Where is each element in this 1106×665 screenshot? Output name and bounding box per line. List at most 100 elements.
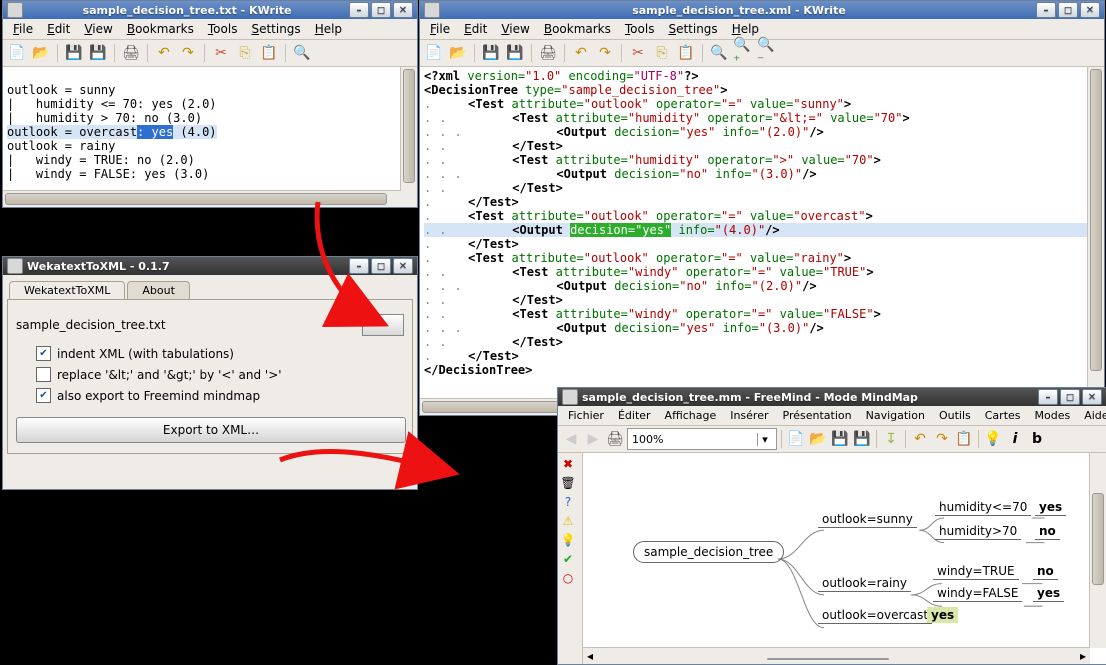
checkbox-icon[interactable]: ✔	[36, 346, 51, 361]
menu-presentation[interactable]: Présentation	[777, 408, 858, 423]
find-icon[interactable]: 🔍	[709, 43, 729, 63]
warning-icon[interactable]: ⚠	[560, 513, 576, 529]
menu-file[interactable]: File	[7, 21, 39, 37]
checkbox-icon[interactable]	[36, 367, 51, 382]
menu-navigation[interactable]: Navigation	[860, 408, 931, 423]
mindmap-node[interactable]: windy=FALSE	[933, 585, 1022, 602]
maximize-button[interactable]: ◻	[371, 258, 391, 274]
save-icon[interactable]: 💾	[481, 43, 501, 63]
saveas-icon[interactable]: 💾	[88, 43, 108, 63]
toolbar[interactable]: 📄 📂 💾 💾 🖨 ↶ ↷ ✂ ⎘ 📋 🔍	[3, 40, 417, 67]
undo-icon[interactable]: ↶	[154, 43, 174, 63]
menu-aide[interactable]: Aide	[1078, 408, 1106, 423]
menu-view[interactable]: View	[78, 21, 118, 37]
menu-file[interactable]: File	[424, 21, 456, 37]
vertical-scrollbar[interactable]	[1087, 67, 1104, 415]
mindmap-node[interactable]: windy=TRUE	[933, 563, 1019, 580]
idea-icon[interactable]: 💡	[560, 532, 576, 548]
menu-editer[interactable]: Éditer	[612, 408, 657, 423]
toolbar[interactable]: 📄 📂 💾 💾 🖨 ↶ ↷ ✂ ⎘ 📋 🔍 🔍⁺ 🔍⁻	[420, 40, 1104, 67]
mindmap-node[interactable]: humidity<=70	[935, 499, 1031, 516]
paste-icon[interactable]: 📋	[259, 43, 279, 63]
titlebar[interactable]: sample_decision_tree.txt - KWrite – ◻ ✕	[3, 1, 417, 19]
open-icon[interactable]: 📂	[448, 43, 468, 63]
mindmap-leaf[interactable]: yes	[1033, 585, 1064, 602]
checkbox-replace[interactable]: replace '&lt;' and '&gt;' by '<' and '>'	[36, 367, 404, 382]
menu-affichage[interactable]: Affichage	[659, 408, 723, 423]
menu-outils[interactable]: Outils	[933, 408, 977, 423]
print-icon[interactable]: 🖨	[605, 429, 625, 449]
checkbox-freemind[interactable]: ✔ also export to Freemind mindmap	[36, 388, 404, 403]
nav-next-icon[interactable]: ▶	[583, 429, 603, 449]
maximize-button[interactable]: ◻	[1058, 2, 1078, 18]
menu-inserer[interactable]: Insérer	[724, 408, 774, 423]
mindmap-node[interactable]: outlook=sunny	[818, 511, 917, 528]
cut-icon[interactable]: ✂	[628, 43, 648, 63]
open-icon[interactable]: 📂	[31, 43, 51, 63]
export-icon[interactable]: ↧	[881, 429, 901, 449]
menu-cartes[interactable]: Cartes	[979, 408, 1027, 423]
maximize-button[interactable]: ◻	[1060, 389, 1080, 405]
flag-icon[interactable]: ○	[560, 570, 576, 586]
cut-icon[interactable]: ✂	[211, 43, 231, 63]
idea-icon[interactable]: 💡	[983, 429, 1003, 449]
close-button[interactable]: ✕	[1082, 389, 1102, 405]
save-icon[interactable]: 💾	[830, 429, 850, 449]
menu-settings[interactable]: Settings	[662, 21, 723, 37]
close-button[interactable]: ✕	[1080, 2, 1100, 18]
menubar[interactable]: Fichier Éditer Affichage Insérer Présent…	[558, 406, 1106, 426]
menu-bookmarks[interactable]: Bookmarks	[538, 21, 617, 37]
menu-edit[interactable]: Edit	[458, 21, 493, 37]
vertical-scrollbar[interactable]	[400, 67, 417, 207]
print-icon[interactable]: 🖨	[538, 43, 558, 63]
save-icon[interactable]: 💾	[64, 43, 84, 63]
chevron-down-icon[interactable]: ▾	[757, 433, 772, 446]
copy-icon[interactable]: ⎘	[235, 43, 255, 63]
print-icon[interactable]: 🖨	[121, 43, 141, 63]
mindmap-node[interactable]: humidity>70	[935, 523, 1021, 540]
freemind-window[interactable]: sample_decision_tree.mm - FreeMind - Mod…	[557, 387, 1106, 665]
editor[interactable]: <?xml version="1.0" encoding="UTF-8"?><D…	[420, 67, 1104, 415]
editor[interactable]: outlook = sunny | humidity <= 70: yes (2…	[3, 67, 417, 207]
minimize-button[interactable]: –	[1036, 2, 1056, 18]
undo-icon[interactable]: ↶	[571, 43, 591, 63]
checkbox-indent[interactable]: ✔ indent XML (with tabulations)	[36, 346, 404, 361]
titlebar[interactable]: sample_decision_tree.mm - FreeMind - Mod…	[558, 388, 1106, 406]
saveas-icon[interactable]: 💾	[852, 429, 872, 449]
redo-icon[interactable]: ↷	[932, 429, 952, 449]
redo-icon[interactable]: ↷	[178, 43, 198, 63]
trash-icon[interactable]: 🗑	[560, 475, 576, 491]
menu-modes[interactable]: Modes	[1029, 408, 1077, 423]
menu-fichier[interactable]: Fichier	[562, 408, 610, 423]
mindmap-node[interactable]: outlook=overcast	[818, 607, 932, 624]
tab-wekatexttoxml[interactable]: WekatextToXML	[9, 281, 125, 299]
mindmap-leaf[interactable]: no	[1035, 523, 1060, 540]
titlebar[interactable]: sample_decision_tree.xml - KWrite – ◻ ✕	[420, 1, 1104, 19]
close-button[interactable]: ✕	[393, 258, 413, 274]
menu-edit[interactable]: Edit	[41, 21, 76, 37]
zoom-select[interactable]: 100% ▾	[627, 428, 777, 450]
italic-icon[interactable]: i	[1005, 429, 1025, 449]
mindmap-root[interactable]: sample_decision_tree	[633, 541, 784, 563]
horizontal-scrollbar[interactable]: ◂ ▸	[583, 647, 1090, 664]
new-icon[interactable]: 📄	[786, 429, 806, 449]
mindmap-canvas[interactable]: sample_decision_tree outlook=sunny outlo…	[583, 453, 1106, 664]
tabs[interactable]: WekatextToXML About	[7, 279, 413, 299]
help-icon[interactable]: ?	[560, 494, 576, 510]
minimize-button[interactable]: –	[1038, 389, 1058, 405]
minimize-button[interactable]: –	[349, 2, 369, 18]
browse-button[interactable]: …	[362, 314, 404, 336]
menu-tools[interactable]: Tools	[619, 21, 661, 37]
maximize-button[interactable]: ◻	[371, 2, 391, 18]
kwrite-xml-window[interactable]: sample_decision_tree.xml - KWrite – ◻ ✕ …	[419, 0, 1105, 416]
menubar[interactable]: File Edit View Bookmarks Tools Settings …	[3, 19, 417, 40]
paste-icon[interactable]: 📋	[676, 43, 696, 63]
nav-prev-icon[interactable]: ◀	[561, 429, 581, 449]
menu-view[interactable]: View	[495, 21, 535, 37]
menu-settings[interactable]: Settings	[245, 21, 306, 37]
horizontal-scrollbar[interactable]	[3, 190, 401, 207]
zoomin-icon[interactable]: 🔍⁺	[733, 43, 753, 63]
bold-icon[interactable]: b	[1027, 429, 1047, 449]
menu-help[interactable]: Help	[726, 21, 765, 37]
export-button[interactable]: Export to XML…	[16, 417, 406, 443]
